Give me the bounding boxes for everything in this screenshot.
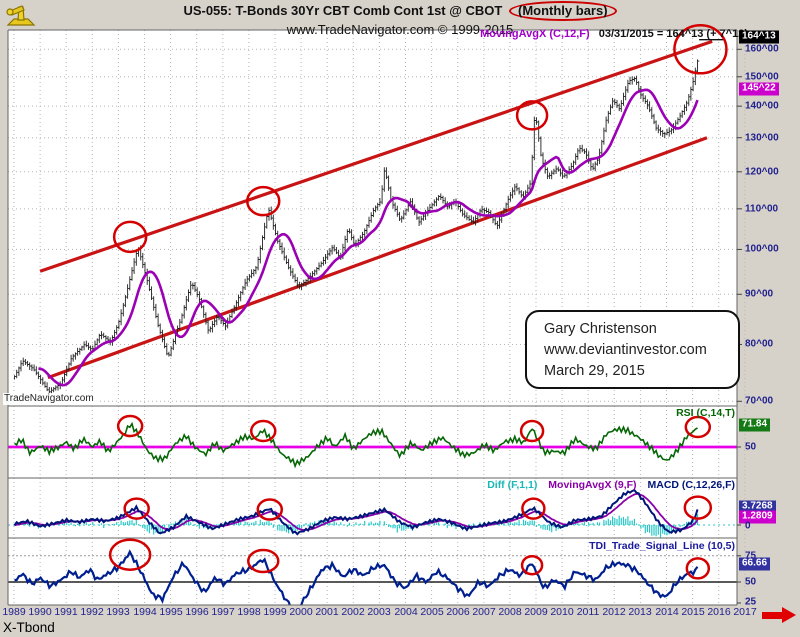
macd-labels: Diff (F,1,1) MovingAvgX (9,F) MACD (C,12… xyxy=(487,479,735,491)
moving-average-annotation: MovingAvgX (C,12,F) 03/31/2015 = 164^13 … xyxy=(480,28,748,40)
rsi-value-badge: 71.84 xyxy=(739,419,770,432)
annotation-box: Gary Christenson www.deviantinvestor.com… xyxy=(525,310,740,389)
year-label: 1993 xyxy=(103,606,133,618)
price-tick-label: 130^00 xyxy=(745,133,779,144)
trade-navigator-window: US-055: T-Bonds 30Yr CBT Comb Cont 1st @… xyxy=(0,0,800,637)
watermark: TradeNavigator.com xyxy=(3,393,97,405)
year-label: 2003 xyxy=(364,606,394,618)
moving-average-label: MovingAvgX (C,12,F) xyxy=(480,28,590,40)
annotation-website: www.deviantinvestor.com xyxy=(544,340,738,361)
macd-avg-label: MovingAvgX (9,F) xyxy=(548,479,636,491)
tdi-mid-tick-label: 50 xyxy=(745,577,756,588)
arrow-bar xyxy=(762,612,782,619)
rsi-label: RSI (C,14,T) xyxy=(676,407,735,419)
arrow-tip xyxy=(782,607,796,623)
last-price-badge: 164^13 xyxy=(739,31,779,44)
chart-title: US-055: T-Bonds 30Yr CBT Comb Cont 1st @… xyxy=(183,3,502,18)
rsi-mid-tick-label: 50 xyxy=(745,442,756,453)
price-tick-label: 160^00 xyxy=(745,44,779,55)
moving-average-badge: 145^22 xyxy=(739,83,779,96)
annotation-date: March 29, 2015 xyxy=(544,361,738,382)
price-tick-label: 150^00 xyxy=(745,72,779,83)
macd-zero-tick-label: 0 xyxy=(745,521,751,532)
price-tick-label: 110^00 xyxy=(745,204,778,215)
macd-label: MACD (C,12,26,F) xyxy=(647,479,735,491)
price-tick-label: 120^00 xyxy=(745,167,779,178)
tab-x-tbond[interactable]: X-Tbond xyxy=(3,620,55,635)
monthly-bars-label: (Monthly bars) xyxy=(518,3,608,18)
annotation-author: Gary Christenson xyxy=(544,319,738,340)
monthly-bars-red-ellipse: (Monthly bars) xyxy=(509,1,617,21)
tdi-value-badge: 66.66 xyxy=(739,558,770,571)
price-tick-label: 100^00 xyxy=(745,244,779,255)
scroll-right-arrow-icon[interactable] xyxy=(761,607,797,623)
diff-label: Diff (F,1,1) xyxy=(487,479,537,491)
last-bar-value-label: 03/31/2015 = 164^13 (+ 7^12) xyxy=(599,28,748,40)
price-tick-label: 90^00 xyxy=(745,289,773,300)
tdi-label: TDI_Trade_Signal_Line (10,5) xyxy=(589,540,735,552)
price-tick-label: 140^00 xyxy=(745,101,779,112)
price-tick-label: 70^00 xyxy=(745,396,773,407)
year-label: 2017 xyxy=(730,606,760,618)
year-label: 2013 xyxy=(625,606,655,618)
price-tick-label: 80^00 xyxy=(745,339,773,350)
